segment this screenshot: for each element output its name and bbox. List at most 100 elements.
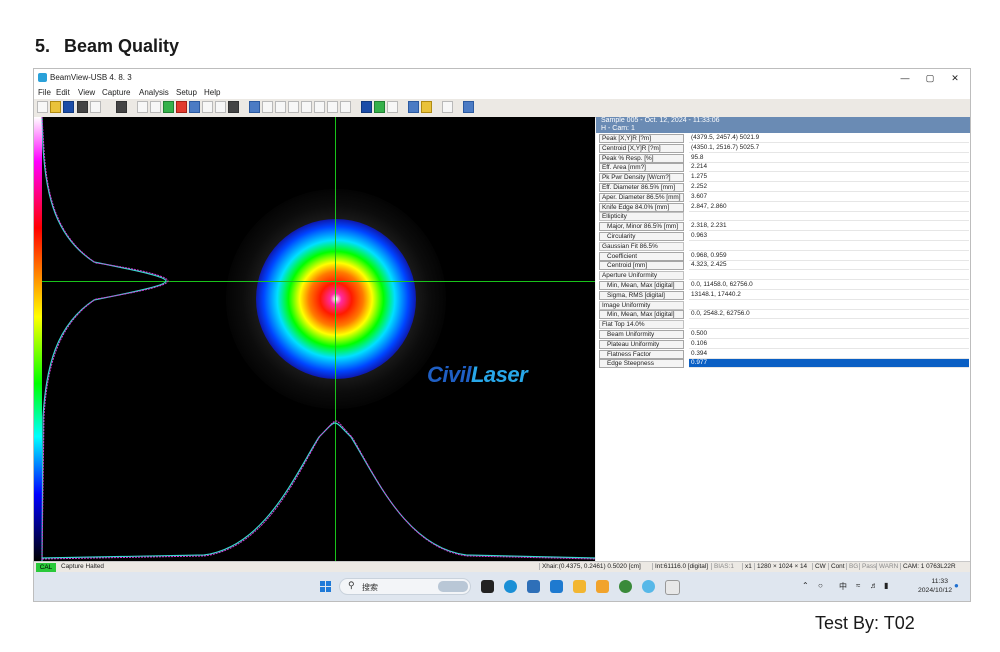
result-row[interactable]: Min, Mean, Max [digital] 0.0, 11458.0, 62… <box>599 280 969 291</box>
minimize-button[interactable]: — <box>894 71 916 85</box>
windows-start-icon[interactable] <box>319 580 332 593</box>
help-icon[interactable] <box>463 101 474 113</box>
notification-bell-icon[interactable]: ● <box>954 581 959 590</box>
profile-y-icon[interactable] <box>314 101 325 113</box>
menu-help[interactable]: Help <box>204 88 220 97</box>
palette-icon[interactable] <box>387 101 398 113</box>
result-label: Pk Pwr Density [W/cm?] <box>599 173 684 183</box>
mail-icon[interactable] <box>550 580 563 593</box>
menu-bar: File Edit View Capture Analysis Setup He… <box>34 87 970 99</box>
cursor-icon[interactable] <box>288 101 299 113</box>
fit-icon[interactable] <box>327 101 338 113</box>
sigma-icon[interactable] <box>340 101 351 113</box>
new-file-icon[interactable] <box>37 101 48 113</box>
result-label: Aperture Uniformity <box>599 271 684 281</box>
title-bar[interactable]: BeamView-USB 4. 8. 3 — ▢ ✕ <box>34 69 970 87</box>
save-icon[interactable] <box>63 101 74 113</box>
menu-capture[interactable]: Capture <box>102 88 130 97</box>
wifi-icon[interactable]: ≈ <box>856 581 860 590</box>
folder-icon[interactable] <box>596 580 609 593</box>
maximize-button[interactable]: ▢ <box>919 71 941 85</box>
play-icon[interactable] <box>163 101 174 113</box>
stop-icon[interactable] <box>176 101 187 113</box>
result-row[interactable]: Ellipticity <box>599 212 969 222</box>
edge-browser-icon[interactable] <box>504 580 517 593</box>
result-row[interactable]: Circularity 0.963 <box>599 231 969 242</box>
prev-frame-icon[interactable] <box>150 101 161 113</box>
result-value: 0.963 <box>689 232 969 241</box>
profile-x-icon[interactable] <box>301 101 312 113</box>
network-app-icon[interactable] <box>642 580 655 593</box>
cal-badge[interactable]: CAL <box>36 563 56 572</box>
result-row[interactable]: Sigma, RMS [digital] 13148.1, 17440.2 <box>599 290 969 301</box>
result-label: Flatness Factor <box>599 349 684 359</box>
result-row[interactable]: Eff. Area [mm?] 2.214 <box>599 163 969 173</box>
menu-view[interactable]: View <box>78 88 95 97</box>
result-row[interactable]: Flatness Factor 0.394 <box>599 349 969 360</box>
result-value: 4.323, 2.425 <box>689 261 969 271</box>
print-icon[interactable] <box>77 101 88 113</box>
result-label: Aper. Diameter 86.5% [mm] <box>599 192 684 202</box>
single-capture-icon[interactable] <box>189 101 200 113</box>
result-row[interactable]: Eff. Diameter 86.5% [mm] 2.252 <box>599 182 969 193</box>
result-row[interactable]: Flat Top 14.0% <box>599 320 969 330</box>
menu-file[interactable]: File <box>38 88 51 97</box>
result-row[interactable]: Aper. Diameter 86.5% [mm] 3.607 <box>599 192 969 203</box>
zoom-icon[interactable] <box>408 101 419 113</box>
crosshair-icon[interactable] <box>249 101 260 113</box>
result-value: 0.0, 2548.2, 62756.0 <box>689 310 969 320</box>
settings-icon[interactable] <box>442 101 453 113</box>
task-view-icon[interactable] <box>481 580 494 593</box>
tray-app-icon[interactable]: ○ <box>818 581 823 590</box>
result-row[interactable]: Image Uniformity <box>599 300 969 311</box>
menu-setup[interactable]: Setup <box>176 88 197 97</box>
result-row[interactable]: Centroid [mm] 4.323, 2.425 <box>599 261 969 271</box>
x-profile-fit <box>41 422 595 559</box>
chart-icon[interactable] <box>421 101 432 113</box>
result-row[interactable]: Coefficient 0.968, 0.959 <box>599 251 969 262</box>
open-folder-icon[interactable] <box>50 101 61 113</box>
3d-view-icon[interactable] <box>374 101 385 113</box>
beam-image-view[interactable]: CivilLaser <box>34 117 595 561</box>
file-explorer-icon[interactable] <box>573 580 586 593</box>
tray-chevron-icon[interactable]: ⌃ <box>802 581 809 590</box>
calculator-icon[interactable] <box>665 580 680 595</box>
result-row[interactable]: Plateau Uniformity 0.106 <box>599 339 969 350</box>
result-row[interactable]: Gaussian Fit 86.5% <box>599 241 969 252</box>
result-row[interactable]: Knife Edge 84.0% [mm] 2.847, 2.860 <box>599 202 969 213</box>
battery-icon[interactable]: ▮ <box>884 581 888 590</box>
peak-crosshair-icon[interactable] <box>275 101 286 113</box>
volume-icon[interactable]: ♬ <box>870 581 878 590</box>
menu-edit[interactable]: Edit <box>56 88 70 97</box>
record-settings-icon[interactable] <box>228 101 239 113</box>
camera-icon[interactable] <box>116 101 127 113</box>
results-table: Peak [X,Y]R [?m] (4379.5, 2457.4) 5021.9 C… <box>599 134 969 369</box>
next-frame-icon[interactable] <box>202 101 213 113</box>
menu-analysis[interactable]: Analysis <box>139 88 169 97</box>
result-row[interactable]: Edge Steepness 0.977 <box>599 359 969 369</box>
y-profile-data <box>41 117 169 561</box>
result-value: 0.106 <box>689 340 969 349</box>
result-value: 3.607 <box>689 193 969 202</box>
close-button[interactable]: ✕ <box>944 71 966 85</box>
result-row[interactable]: Pk Pwr Density [W/cm?] 1.275 <box>599 173 969 183</box>
result-row[interactable]: Min, Mean, Max [digital] 0.0, 2548.2, 627… <box>599 310 969 320</box>
last-frame-icon[interactable] <box>215 101 226 113</box>
ime-indicator[interactable]: 中 <box>839 581 847 592</box>
centroid-crosshair-icon[interactable] <box>262 101 273 113</box>
results-header: Sample 005 - Oct. 12, 2024 - 11:33:06 H … <box>596 117 970 133</box>
result-row[interactable]: Peak [X,Y]R [?m] (4379.5, 2457.4) 5021.9 <box>599 134 969 144</box>
taskbar-clock[interactable]: 11:33 2024/10/12 <box>918 577 952 595</box>
beamview-taskbar-icon[interactable] <box>619 580 632 593</box>
result-row[interactable]: Major, Minor 86.5% [mm] 2.318, 2.231 <box>599 222 969 232</box>
first-frame-icon[interactable] <box>137 101 148 113</box>
result-row[interactable]: Aperture Uniformity <box>599 271 969 281</box>
store-icon[interactable] <box>527 580 540 593</box>
watermark-logo: CivilLaser <box>427 362 528 388</box>
result-row[interactable]: Centroid [X,Y]R [?m] (4350.1, 2516.7) 502… <box>599 143 969 154</box>
result-row[interactable]: Beam Uniformity 0.500 <box>599 329 969 340</box>
result-row[interactable]: Peak % Resp. [%] 95.8 <box>599 153 969 164</box>
2d-view-icon[interactable] <box>361 101 372 113</box>
taskbar-search[interactable]: ⚲ 搜索 <box>339 578 471 595</box>
copy-icon[interactable] <box>90 101 101 113</box>
